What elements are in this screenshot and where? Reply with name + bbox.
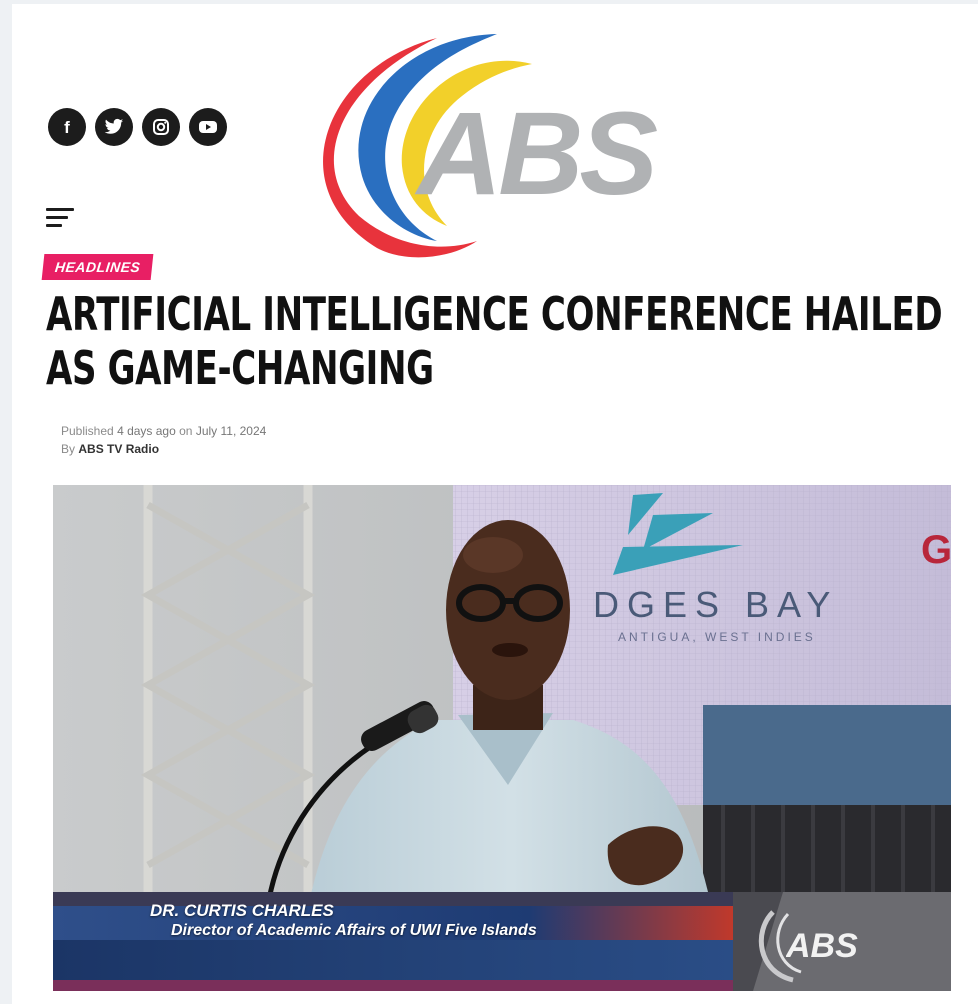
published-ago: 4 days ago	[117, 424, 176, 438]
social-links: f	[48, 108, 227, 146]
abs-watermark-logo: ABS	[786, 927, 858, 965]
instagram-icon[interactable]	[142, 108, 180, 146]
svg-text:ABS: ABS	[414, 88, 657, 220]
facebook-icon[interactable]: f	[48, 108, 86, 146]
byline: By ABS TV Radio	[61, 442, 160, 456]
article-title: ARTIFICIAL INTELLIGENCE CONFERENCE HAILE…	[46, 287, 956, 395]
abs-logo[interactable]: ABS	[287, 26, 687, 266]
speaker-name: DR. CURTIS CHARLES	[150, 901, 334, 920]
svg-text:DGES BAY: DGES BAY	[593, 584, 838, 625]
category-tag[interactable]: HEADLINES	[41, 254, 154, 280]
speaker-title: Director of Academic Affairs of UWI Five…	[171, 922, 537, 939]
article-title-line2: AS GAME-CHANGING	[46, 341, 434, 395]
article-title-line1: ARTIFICIAL INTELLIGENCE CONFERENCE HAILE…	[46, 287, 943, 341]
hero-image: DGES BAY ANTIGUA, WEST INDIES G DR. CURT…	[53, 485, 951, 991]
svg-text:ANTIGUA, WEST INDIES: ANTIGUA, WEST INDIES	[618, 630, 816, 644]
article-page: f ABS HEADLINES ARTIFICIAL INTELLIGENCE …	[12, 4, 978, 1004]
twitter-icon[interactable]	[95, 108, 133, 146]
published-date: July 11, 2024	[195, 424, 267, 438]
article-meta: Published 4 days ago on July 11, 2024 By…	[61, 422, 266, 458]
published-line: Published 4 days ago on July 11, 2024	[61, 424, 267, 438]
hamburger-menu-icon[interactable]	[46, 208, 76, 228]
svg-text:f: f	[64, 118, 70, 136]
svg-text:G: G	[921, 528, 951, 572]
svg-text:ABS: ABS	[786, 927, 858, 965]
author-link[interactable]: ABS TV Radio	[78, 442, 159, 456]
youtube-icon[interactable]	[189, 108, 227, 146]
